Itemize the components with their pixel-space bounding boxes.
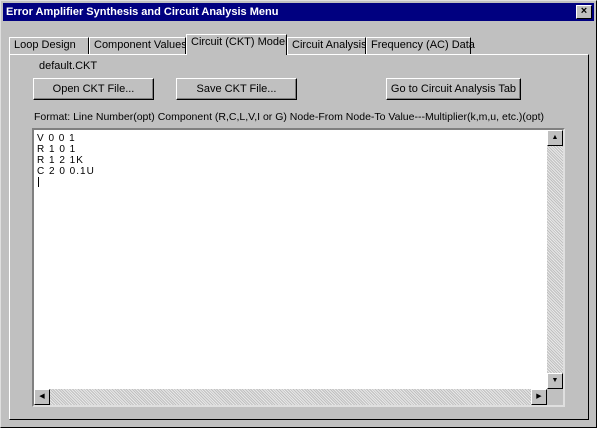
tab-label: Circuit (CKT) Model xyxy=(191,36,288,48)
scroll-up-button[interactable]: ▲ xyxy=(547,130,563,146)
ckt-filename: default.CKT xyxy=(39,60,98,72)
tab-label: Component Values xyxy=(94,39,187,51)
text-caret xyxy=(38,177,39,187)
right-arrow-icon: ▶ xyxy=(536,393,542,400)
horizontal-scrollbar[interactable]: ◀ ▶ xyxy=(34,389,547,405)
circuit-editor[interactable]: V 0 0 1 R 1 0 1 R 1 2 1K C 2 0 0.1U ▲ ▼ … xyxy=(32,128,565,407)
tab-label: Frequency (AC) Data xyxy=(371,39,475,51)
go-to-circuit-analysis-button[interactable]: Go to Circuit Analysis Tab xyxy=(386,78,521,100)
scroll-left-button[interactable]: ◀ xyxy=(34,389,50,405)
format-hint: Format: Line Number(opt) Component (R,C,… xyxy=(34,111,544,123)
tab-circuit-model[interactable]: Circuit (CKT) Model xyxy=(186,34,288,55)
window-title: Error Amplifier Synthesis and Circuit An… xyxy=(6,6,279,18)
scroll-right-button[interactable]: ▶ xyxy=(531,389,547,405)
close-icon: × xyxy=(580,5,588,17)
tab-loop-design[interactable]: Loop Design xyxy=(9,37,89,54)
app-window: Error Amplifier Synthesis and Circuit An… xyxy=(0,0,597,428)
tab-component-values[interactable]: Component Values xyxy=(89,37,187,54)
tab-frequency-data[interactable]: Frequency (AC) Data xyxy=(366,37,475,54)
save-ckt-file-button[interactable]: Save CKT File... xyxy=(176,78,297,100)
open-ckt-file-button[interactable]: Open CKT File... xyxy=(33,78,154,100)
vertical-scrollbar[interactable]: ▲ ▼ xyxy=(547,130,563,389)
circuit-netlist-text[interactable]: V 0 0 1 R 1 0 1 R 1 2 1K C 2 0 0.1U xyxy=(37,133,95,177)
up-arrow-icon: ▲ xyxy=(551,134,559,141)
tab-circuit-analysis[interactable]: Circuit Analysis xyxy=(287,37,367,54)
scroll-down-button[interactable]: ▼ xyxy=(547,373,563,389)
down-arrow-icon: ▼ xyxy=(551,377,559,384)
close-button[interactable]: × xyxy=(576,5,592,19)
tab-label: Loop Design xyxy=(14,39,76,51)
scrollbar-corner xyxy=(547,389,563,405)
tab-label: Circuit Analysis xyxy=(292,39,367,51)
title-bar[interactable]: Error Amplifier Synthesis and Circuit An… xyxy=(3,3,594,21)
left-arrow-icon: ◀ xyxy=(39,393,45,400)
